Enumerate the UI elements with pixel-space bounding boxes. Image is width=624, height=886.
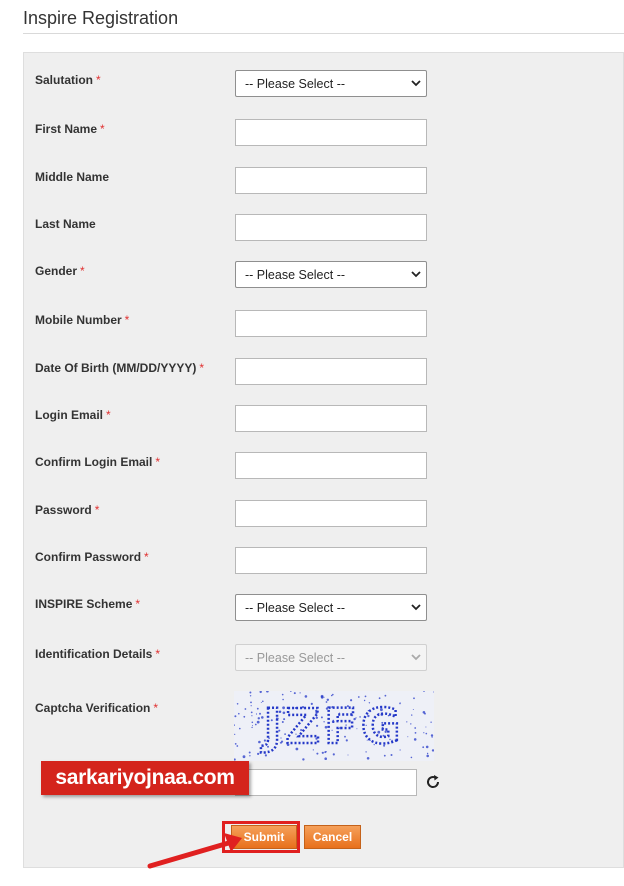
chevron-down-icon [411, 604, 421, 611]
form-row: Last Name [24, 214, 623, 247]
select-dropdown[interactable]: -- Please Select -- [235, 594, 427, 621]
text-input[interactable] [235, 119, 427, 146]
form-row: Confirm Login Email * [24, 452, 623, 485]
text-input[interactable] [235, 500, 427, 527]
form-row: INSPIRE Scheme * -- Please Select -- [24, 594, 623, 627]
title-divider [23, 33, 624, 34]
text-input[interactable] [235, 167, 427, 194]
red-arrow-icon [147, 833, 242, 869]
text-input[interactable] [235, 405, 427, 432]
field-label: Confirm Password * [35, 550, 149, 564]
text-input[interactable] [235, 547, 427, 574]
form-row: Identification Details * -- Please Select … [24, 644, 623, 677]
field-label: Date Of Birth (MM/DD/YYYY) * [35, 361, 205, 375]
field-label: INSPIRE Scheme * [35, 597, 141, 611]
field-label: Password * [35, 503, 100, 517]
text-input[interactable] [235, 214, 427, 241]
form-row: Middle Name [24, 167, 623, 200]
form-row: Login Email * [24, 405, 623, 438]
field-label: Identification Details * [35, 647, 161, 661]
chevron-down-icon [411, 80, 421, 87]
select-dropdown[interactable]: -- Please Select -- [235, 261, 427, 288]
field-label: Login Email * [35, 408, 111, 422]
text-input[interactable] [235, 452, 427, 479]
field-label: Gender * [35, 264, 85, 278]
chevron-down-icon [411, 654, 421, 661]
watermark-banner: sarkariyojnaa.com [41, 761, 249, 795]
text-input[interactable] [235, 310, 427, 337]
form-row: Gender * -- Please Select -- [24, 261, 623, 294]
field-label: Last Name [35, 217, 96, 231]
refresh-icon[interactable] [424, 773, 442, 791]
cancel-button[interactable]: Cancel [304, 825, 361, 849]
chevron-down-icon [411, 271, 421, 278]
field-label: First Name * [35, 122, 105, 136]
registration-form: Salutation * -- Please Select -- First Name… [23, 52, 624, 869]
page-title: Inspire Registration [23, 8, 179, 28]
captcha-image: JZFG [234, 691, 434, 761]
field-label: Salutation * [35, 73, 101, 87]
captcha-label: Captcha Verification * [35, 701, 159, 715]
form-row: First Name * [24, 119, 623, 152]
form-row: Salutation * -- Please Select -- [24, 70, 623, 103]
field-label: Middle Name [35, 170, 110, 184]
select-dropdown: -- Please Select -- [235, 644, 427, 671]
form-row: Date Of Birth (MM/DD/YYYY) * [24, 358, 623, 391]
text-input[interactable] [235, 358, 427, 385]
form-row: Password * [24, 500, 623, 533]
form-row: Mobile Number * [24, 310, 623, 343]
captcha-input[interactable] [235, 769, 417, 796]
field-label: Mobile Number * [35, 313, 130, 327]
form-row: Confirm Password * [24, 547, 623, 580]
select-dropdown[interactable]: -- Please Select -- [235, 70, 427, 97]
field-label: Confirm Login Email * [35, 455, 161, 469]
